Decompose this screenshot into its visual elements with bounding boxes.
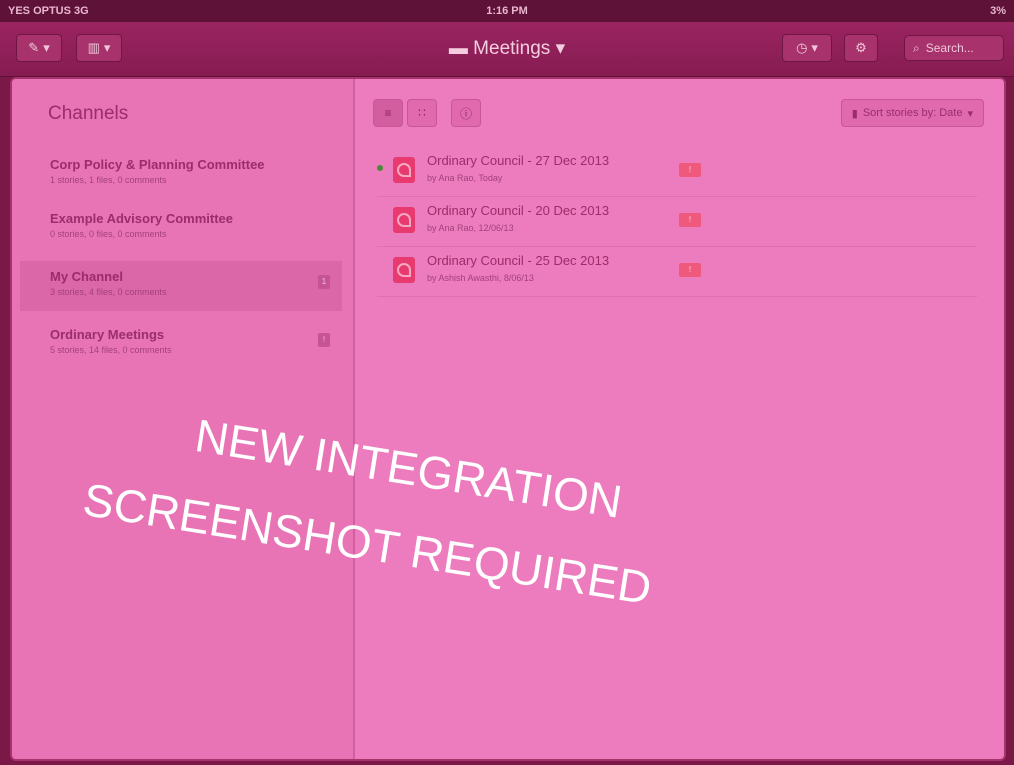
channel-item[interactable]: Ordinary Meetings 5 stories, 14 files, 0…	[20, 319, 342, 371]
view-toggle: ≡ ∷ ⓘ	[373, 99, 481, 127]
flag-badge: !	[679, 213, 701, 227]
story-byline: by Ana Rao, 12/06/13	[427, 223, 514, 233]
channel-name: Ordinary Meetings	[50, 327, 165, 342]
battery-label: 3%	[990, 5, 1006, 17]
info-icon: ⓘ	[459, 106, 472, 121]
top-toolbar: ✎ ▾ ▥ ▾ ▬ Meetings ▾ ◷ ▾ ⚙ ⌕ Search...	[0, 22, 1014, 77]
chevron-down-icon: ▾	[967, 107, 973, 120]
story-row[interactable]: Ordinary Council - 27 Dec 2013 by Ana Ra…	[377, 149, 977, 197]
channel-meta: 3 stories, 4 files, 0 comments	[50, 287, 167, 297]
story-title: Ordinary Council - 25 Dec 2013	[427, 253, 610, 268]
grid-icon: ∷	[418, 106, 426, 120]
channel-meta: 0 stories, 0 files, 0 comments	[50, 229, 167, 239]
channel-badge: 1	[318, 275, 330, 289]
grid-view-button[interactable]: ∷	[407, 99, 437, 127]
channel-item[interactable]: Corp Policy & Planning Committee 1 stori…	[20, 149, 342, 201]
gear-icon: ⚙	[855, 40, 867, 55]
pdf-icon	[393, 257, 415, 283]
channel-badge: !	[318, 333, 330, 347]
story-byline: by Ashish Awasthi, 8/06/13	[427, 273, 534, 283]
settings-button[interactable]: ⚙	[844, 34, 878, 62]
story-row[interactable]: Ordinary Council - 20 Dec 2013 by Ana Ra…	[377, 199, 977, 247]
channel-name: Corp Policy & Planning Committee	[50, 157, 265, 172]
story-title: Ordinary Council - 27 Dec 2013	[427, 153, 610, 168]
page-title: Meetings	[473, 38, 551, 59]
clock-icon: ◷	[796, 40, 808, 55]
search-icon: ⌕	[913, 40, 920, 55]
new-indicator	[377, 165, 383, 171]
sort-label: Sort stories by: Date	[862, 107, 963, 119]
chevron-down-icon: ▾	[811, 40, 818, 55]
status-bar: YES OPTUS 3G 1:16 PM 3%	[0, 0, 1014, 22]
info-button[interactable]: ⓘ	[451, 99, 481, 127]
pdf-icon	[393, 207, 415, 233]
folder-icon: ▬	[448, 38, 468, 59]
sidebar-title: Channels	[48, 103, 129, 124]
list-view-button[interactable]: ≡	[373, 99, 403, 127]
chevron-down-icon: ▾	[555, 38, 566, 59]
search-input[interactable]: ⌕ Search...	[904, 35, 1004, 61]
bar-chart-icon: ▮	[851, 107, 858, 120]
channel-name: My Channel	[50, 269, 123, 284]
list-icon: ≡	[384, 106, 392, 120]
channel-meta: 1 stories, 1 files, 0 comments	[50, 175, 167, 185]
story-byline: by Ana Rao, Today	[427, 173, 503, 183]
flag-badge: !	[679, 163, 701, 177]
story-title: Ordinary Council - 20 Dec 2013	[427, 203, 610, 218]
search-placeholder: Search...	[925, 41, 974, 55]
clock-label: 1:16 PM	[486, 5, 528, 17]
content-frame: Channels Corp Policy & Planning Committe…	[10, 77, 1006, 761]
channel-item-selected[interactable]: My Channel 3 stories, 4 files, 0 comment…	[20, 261, 342, 311]
sort-dropdown[interactable]: ▮ Sort stories by: Date ▾	[840, 99, 984, 127]
channel-meta: 5 stories, 14 files, 0 comments	[50, 345, 172, 355]
story-row[interactable]: Ordinary Council - 25 Dec 2013 by Ashish…	[377, 249, 977, 297]
flag-badge: !	[679, 263, 701, 277]
history-button[interactable]: ◷ ▾	[782, 34, 832, 62]
pdf-icon	[393, 157, 415, 183]
channel-name: Example Advisory Committee	[50, 211, 234, 226]
channels-sidebar: Channels Corp Policy & Planning Committe…	[12, 79, 355, 759]
stories-panel: ≡ ∷ ⓘ ▮ Sort stories by: Date ▾ Ordinary…	[355, 79, 1004, 759]
channel-item[interactable]: Example Advisory Committee 0 stories, 0 …	[20, 203, 342, 255]
